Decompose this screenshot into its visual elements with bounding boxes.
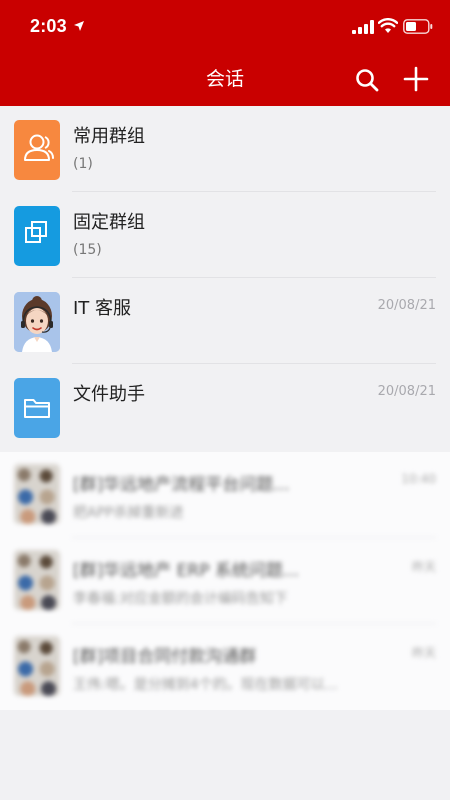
conversation-title: 文件助手: [73, 384, 145, 405]
page-title: 会话: [205, 68, 244, 90]
wifi-icon: [378, 18, 398, 33]
folder-icon: [14, 378, 60, 438]
conversation-preview: 把APP杀掉重新进: [73, 505, 184, 521]
battery-icon: [403, 19, 433, 34]
conversation-title: [群]华远地产 ERP 系统问题...: [73, 561, 300, 581]
support-agent-avatar: [14, 292, 60, 352]
conversation-title: 固定群组: [73, 212, 145, 233]
group-avatar: [14, 550, 60, 610]
conversation-time: 20/08/21: [377, 298, 436, 313]
conversation-title: IT 客服: [73, 298, 132, 319]
group-avatar: [14, 636, 60, 696]
conversation-time: 20/08/21: [377, 384, 436, 399]
conversation-preview: 李春福:对应金额的会计编码告知下: [73, 591, 288, 607]
location-arrow-icon: [74, 21, 84, 31]
blurred-conversation-list: [群]华远地产流程平台问题... 把APP杀掉重新进 10:40 [群]华远地产…: [0, 452, 450, 710]
group-icon: [14, 120, 60, 180]
conversation-subtitle: (1): [73, 156, 93, 172]
conversation-preview: 王伟:嗯。是分摊到4个的。现在数据可以...: [73, 677, 338, 693]
conversation-list: 常用群组 (1) 固定群组 (15) IT 客服 20/08/21 文件助手 2…: [0, 106, 450, 450]
list-item-blurred[interactable]: [群]华远地产 ERP 系统问题... 李春福:对应金额的会计编码告知下 昨天: [0, 538, 450, 624]
list-item-common-groups[interactable]: 常用群组 (1): [0, 106, 450, 192]
search-icon[interactable]: [354, 67, 380, 93]
conversation-title: 常用群组: [73, 126, 145, 147]
copy-squares-icon: [14, 206, 60, 266]
conversation-time: 10:40: [401, 472, 436, 486]
cellular-signal-icon: [352, 20, 374, 34]
group-avatar: [14, 464, 60, 524]
list-item-fixed-groups[interactable]: 固定群组 (15): [0, 192, 450, 278]
app-header: 2:03 会话: [0, 0, 450, 106]
status-time: 2:03: [30, 16, 67, 36]
list-item-blurred[interactable]: [群]华远地产流程平台问题... 把APP杀掉重新进 10:40: [0, 452, 450, 538]
status-bar: 2:03: [0, 0, 450, 56]
conversation-title: [群]华远地产流程平台问题...: [73, 475, 290, 495]
list-item-file-assistant[interactable]: 文件助手 20/08/21: [0, 364, 450, 450]
conversation-time: 昨天: [411, 646, 436, 660]
list-item-it-support[interactable]: IT 客服 20/08/21: [0, 278, 450, 364]
list-item-blurred[interactable]: [群]项目合同付款沟通群 王伟:嗯。是分摊到4个的。现在数据可以... 昨天: [0, 624, 450, 710]
conversation-subtitle: (15): [73, 242, 102, 258]
conversation-title: [群]项目合同付款沟通群: [73, 647, 257, 667]
conversation-time: 昨天: [411, 560, 436, 574]
add-icon[interactable]: [403, 66, 429, 92]
